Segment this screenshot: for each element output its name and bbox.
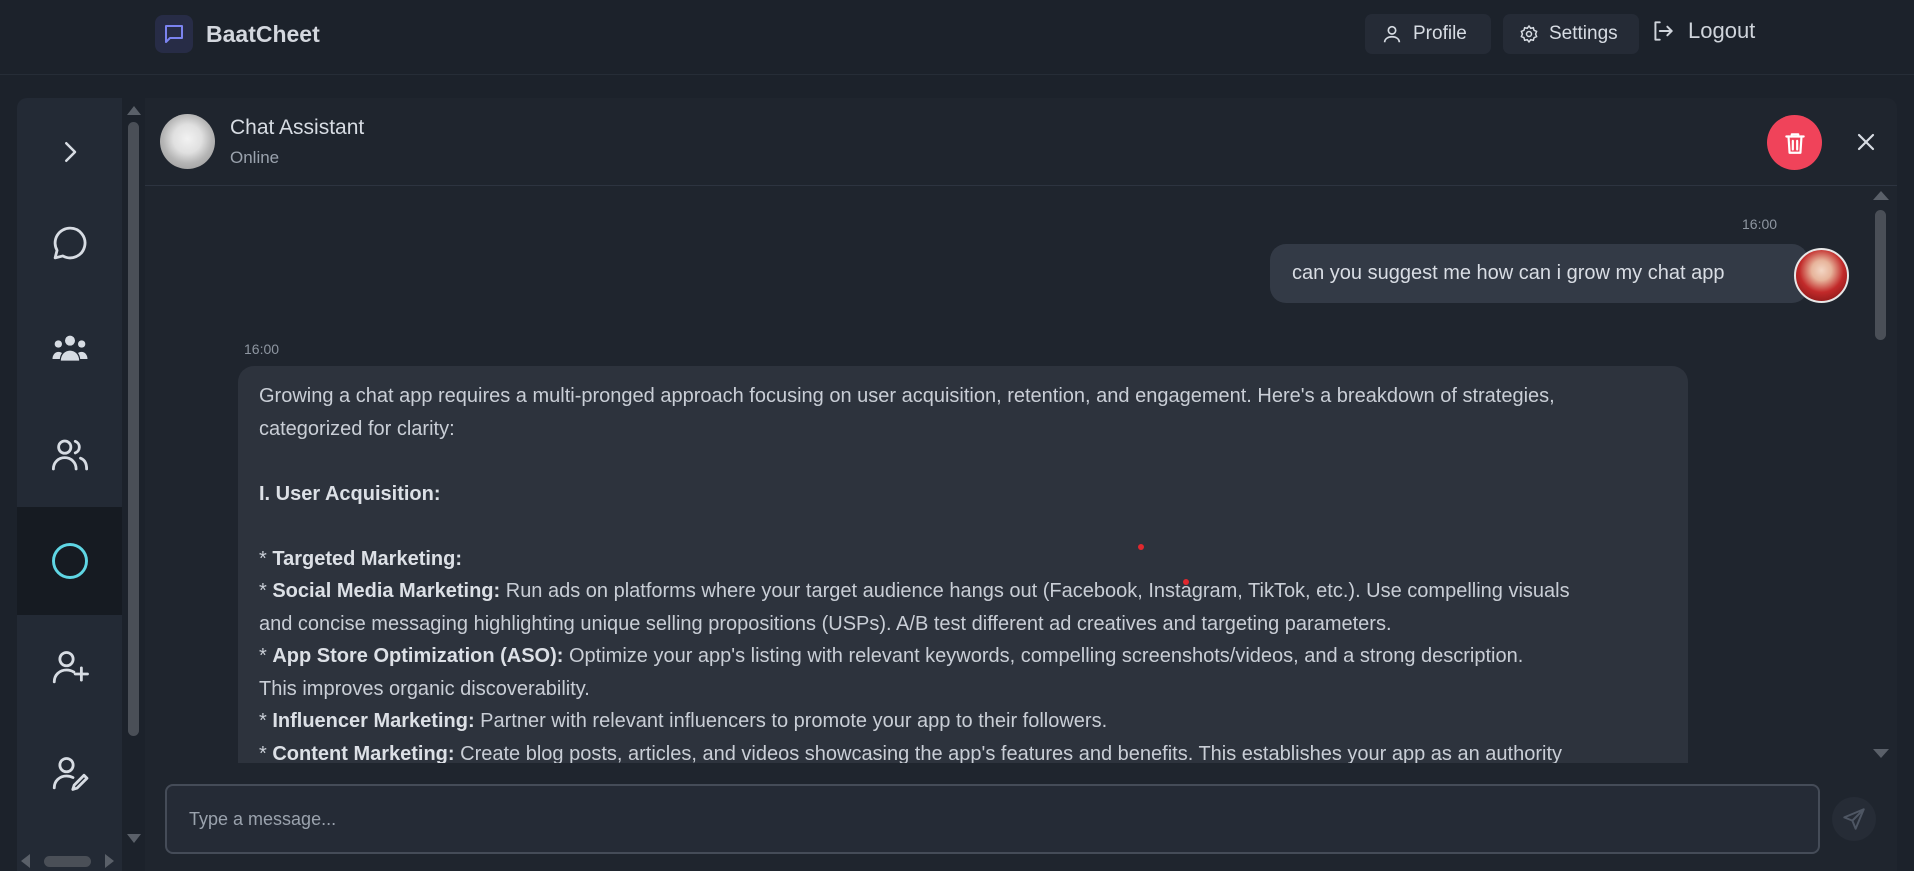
delete-chat-button[interactable] bbox=[1767, 115, 1822, 170]
user-edit-icon bbox=[52, 757, 88, 791]
scroll-down-arrow-icon[interactable] bbox=[1873, 749, 1889, 758]
bullet-prefix: * bbox=[259, 645, 273, 667]
sidebar-item-chats[interactable] bbox=[17, 189, 122, 297]
line-text: Create blog posts, articles, and videos … bbox=[454, 742, 1562, 764]
message-timestamp: 16:00 bbox=[1742, 216, 1778, 232]
message-list[interactable]: 16:00 can you suggest me how can i grow … bbox=[145, 187, 1897, 763]
user-message-bubble: can you suggest me how can i grow my cha… bbox=[1270, 244, 1808, 303]
profile-button[interactable]: Profile bbox=[1365, 14, 1491, 54]
chevron-right-icon bbox=[64, 142, 76, 162]
bullet-prefix: * bbox=[259, 710, 273, 732]
sidebar-horizontal-scroll-thumb[interactable] bbox=[44, 856, 91, 867]
bold-heading: Content Marketing: bbox=[272, 742, 455, 764]
assistant-message-line: I. User Acquisition: bbox=[259, 478, 1667, 511]
circle-icon bbox=[51, 543, 88, 579]
assistant-message-line bbox=[259, 445, 1667, 478]
assistant-message-line: and concise messaging highlighting uniqu… bbox=[259, 608, 1667, 641]
assistant-message-line: * App Store Optimization (ASO): Optimize… bbox=[259, 640, 1667, 673]
cursor-marker bbox=[1183, 579, 1189, 585]
assistant-message-bubble: Growing a chat app requires a multi-pron… bbox=[238, 366, 1688, 763]
send-icon bbox=[1843, 808, 1865, 830]
bullet-prefix: * bbox=[259, 742, 273, 764]
bold-heading: Influencer Marketing: bbox=[272, 710, 475, 732]
sidebar-item-edit-profile[interactable] bbox=[17, 719, 122, 827]
assistant-message-line: This improves organic discoverability. bbox=[259, 673, 1667, 706]
assistant-message-line bbox=[259, 510, 1667, 543]
line-text: categorized for clarity: bbox=[259, 417, 455, 440]
sidebar bbox=[17, 98, 122, 871]
sidebar-item-contacts[interactable] bbox=[17, 401, 122, 509]
scroll-left-arrow-icon[interactable] bbox=[21, 854, 30, 868]
logout-label: Logout bbox=[1688, 18, 1756, 43]
send-button[interactable] bbox=[1832, 797, 1876, 841]
message-input[interactable] bbox=[189, 808, 1796, 830]
scroll-up-arrow-icon[interactable] bbox=[127, 106, 141, 115]
bold-heading: Social Media Marketing: bbox=[272, 580, 501, 602]
settings-label: Settings bbox=[1549, 23, 1618, 44]
bold-heading: Targeted Marketing: bbox=[272, 547, 463, 570]
close-chat-button[interactable] bbox=[1850, 126, 1882, 158]
chat-logo-icon bbox=[155, 15, 193, 53]
chat-title: Chat Assistant bbox=[230, 116, 365, 139]
bullet-prefix: * bbox=[259, 547, 273, 570]
sidebar-item-groups[interactable] bbox=[17, 295, 122, 403]
assistant-avatar bbox=[160, 114, 215, 169]
user-icon bbox=[1383, 25, 1401, 43]
message-timestamp: 16:00 bbox=[244, 341, 280, 357]
scroll-down-arrow-icon[interactable] bbox=[127, 834, 141, 843]
assistant-message-line: * Social Media Marketing: Run ads on pla… bbox=[259, 575, 1667, 608]
add-user-icon bbox=[52, 651, 89, 684]
settings-button[interactable]: Settings bbox=[1503, 14, 1639, 54]
assistant-message-line: * Targeted Marketing: bbox=[259, 543, 1667, 576]
close-icon bbox=[1857, 133, 1875, 151]
cursor-marker bbox=[1138, 544, 1144, 550]
line-text: Partner with relevant influencers to pro… bbox=[474, 710, 1108, 732]
chat-status: Online bbox=[230, 148, 280, 167]
messages-scroll-thumb[interactable] bbox=[1875, 210, 1886, 340]
assistant-message-line: * Content Marketing: Create blog posts, … bbox=[259, 738, 1667, 764]
logout-button[interactable]: Logout bbox=[1650, 18, 1755, 44]
logout-icon bbox=[1654, 21, 1673, 41]
chat-header: Chat Assistant Online bbox=[145, 98, 1897, 186]
assistant-message-line: * Influencer Marketing: Partner with rel… bbox=[259, 705, 1667, 738]
line-text: Run ads on platforms where your target a… bbox=[500, 580, 1570, 602]
line-text: and concise messaging highlighting uniqu… bbox=[259, 612, 1392, 635]
line-text: Growing a chat app requires a multi-pron… bbox=[259, 385, 1555, 407]
brand-name: BaatCheet bbox=[206, 20, 320, 47]
profile-label: Profile bbox=[1413, 23, 1467, 44]
trash-icon bbox=[1784, 132, 1805, 154]
chat-panel: Chat Assistant Online 16:00 can you sugg… bbox=[145, 98, 1897, 871]
brand[interactable]: BaatCheet bbox=[155, 15, 320, 53]
line-text: Optimize your app's listing with relevan… bbox=[563, 645, 1524, 667]
sidebar-scroll-thumb[interactable] bbox=[128, 122, 139, 736]
scroll-up-arrow-icon[interactable] bbox=[1873, 191, 1889, 200]
sidebar-item-add-friend[interactable] bbox=[17, 613, 122, 721]
bullet-prefix: * bbox=[259, 580, 273, 602]
user-message-text: can you suggest me how can i grow my cha… bbox=[1292, 262, 1725, 284]
bold-heading: App Store Optimization (ASO): bbox=[272, 645, 564, 667]
users-icon bbox=[51, 439, 88, 471]
gear-icon bbox=[1520, 24, 1538, 44]
top-navbar: BaatCheet Profile Settings Logout bbox=[0, 0, 1914, 75]
message-composer bbox=[165, 784, 1820, 854]
assistant-message-line: categorized for clarity: bbox=[259, 413, 1667, 446]
bold-heading: I. User Acquisition: bbox=[259, 482, 441, 505]
user-avatar bbox=[1794, 248, 1849, 303]
sidebar-item-status[interactable] bbox=[17, 507, 122, 615]
group-icon bbox=[52, 335, 87, 361]
scroll-right-arrow-icon[interactable] bbox=[105, 854, 114, 868]
line-text: This improves organic discoverability. bbox=[259, 677, 590, 700]
assistant-message-line: Growing a chat app requires a multi-pron… bbox=[259, 380, 1667, 413]
chat-bubble-icon bbox=[53, 226, 86, 260]
